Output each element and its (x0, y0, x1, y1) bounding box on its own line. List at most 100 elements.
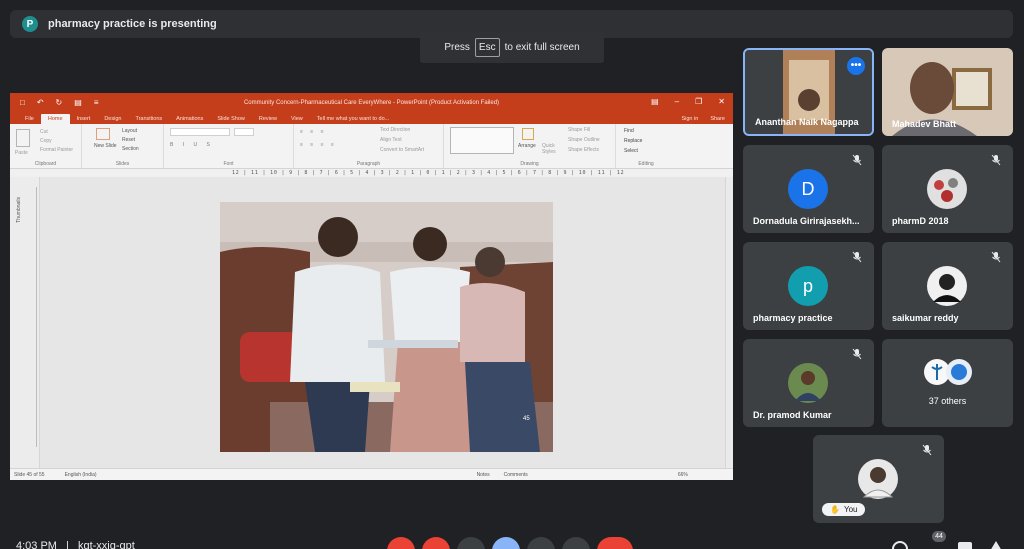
tab-animations: Animations (176, 116, 204, 122)
mic-off-icon (991, 154, 1001, 166)
minimize-icon: – (674, 97, 680, 106)
captions-button[interactable] (457, 537, 485, 549)
language-indicator: English (India) (64, 471, 97, 478)
align-text-label: Align Text (380, 137, 402, 143)
ribbon-group-paragraph: ≡ ≡ ≡ ≡ ≡ ≡ ≡ Text Direction Align Text … (294, 124, 444, 168)
others-avatar-2 (946, 359, 972, 385)
ppt-ribbon-tabs: File Home Insert Design Transitions Anim… (10, 112, 733, 124)
clipboard-group-label: Clipboard (34, 161, 57, 167)
info-icon[interactable] (892, 541, 908, 549)
new-slide-icon (96, 128, 110, 140)
font-group-label: Font (223, 161, 234, 167)
arrange-icon (522, 128, 534, 140)
slide-number-overlay: 45 (523, 416, 530, 422)
participant-name: Dornadula Girirajasekh... (753, 216, 860, 226)
new-slide-label: New Slide (94, 143, 117, 149)
tell-me-box: Tell me what you want to do... (316, 116, 390, 122)
esc-hint-prefix: Press (444, 41, 470, 53)
layout-label: Layout (122, 128, 138, 134)
people-icon[interactable] (923, 541, 939, 549)
camera-toggle-button[interactable] (422, 537, 450, 549)
zoom-level: 66% (677, 471, 688, 478)
format-painter-label: Format Painter (40, 147, 74, 153)
drawing-group-label: Drawing (520, 161, 539, 167)
participant-name: pharmD 2018 (892, 216, 949, 226)
vertical-scrollbar (725, 177, 733, 468)
participant-tile-ananthan[interactable]: ••• Ananthan Naik Nagappa (743, 48, 874, 136)
paste-label: Paste (15, 150, 28, 156)
text-direction-label: Text Direction (380, 127, 411, 133)
arrange-label: Arrange (518, 143, 536, 149)
font-name-box (170, 128, 230, 136)
shared-screen: □ ↶ ↻ ▤ ≡ Community Concern-Pharmaceutic… (10, 93, 733, 480)
select-label: Select (624, 148, 638, 154)
close-icon: ✕ (718, 97, 725, 106)
activities-icon[interactable] (990, 541, 1002, 549)
slide-photo: 45 (220, 202, 553, 452)
ribbon-group-drawing: Arrange Quick Styles Shape Fill Shape Ou… (444, 124, 616, 168)
slide-count: Slide 45 of 55 (14, 471, 45, 478)
hand-icon: ✋ (830, 505, 840, 514)
ribbon-group-clipboard: Paste Cut Copy Format Painter Clipboard (10, 124, 82, 168)
find-label: Find (624, 128, 634, 134)
more-options-button[interactable]: ••• (847, 57, 865, 75)
participant-avatar: D (788, 169, 828, 209)
presenting-text: pharmacy practice is presenting (48, 18, 217, 30)
slide-photo-illustration (220, 202, 553, 452)
comments-button: Comments (503, 471, 528, 478)
mic-off-icon (991, 251, 1001, 263)
participant-tile-pharmacy-practice[interactable]: p pharmacy practice (743, 242, 874, 330)
separator: | (66, 540, 69, 549)
mic-toggle-button[interactable] (387, 537, 415, 549)
replace-label: Replace (624, 138, 643, 144)
tab-view: View (290, 116, 303, 122)
present-button[interactable] (527, 537, 555, 549)
ribbon-display-icon: ▤ (651, 97, 659, 106)
you-label: You (843, 505, 858, 514)
shape-fill-label: Shape Fill (568, 127, 591, 133)
quick-styles-label: Quick Styles (542, 143, 556, 155)
raise-hand-button[interactable] (492, 537, 520, 549)
participant-tile-pramod[interactable]: Dr. pramod Kumar (743, 339, 874, 427)
convert-smartart-label: Convert to SmartArt (380, 147, 425, 153)
tab-review: Review (258, 116, 277, 122)
ppt-window-title: Community Concern-Pharmaceutical Care Ev… (243, 99, 500, 106)
participant-tile-saikumar[interactable]: saikumar reddy (882, 242, 1013, 330)
reset-label: Reset (122, 137, 136, 143)
tab-transitions: Transitions (135, 116, 163, 122)
align-icons: ≡ ≡ ≡ ≡ (300, 142, 337, 148)
end-call-button[interactable] (597, 537, 633, 549)
participant-tile-others[interactable]: 37 others (882, 339, 1013, 427)
ruler-numbers: 12 | 11 | 10 | 9 | 8 | 7 | 6 | 5 | 4 | 3… (232, 170, 625, 176)
you-badge: ✋ You (822, 503, 866, 516)
shapes-gallery (450, 127, 514, 154)
chat-icon[interactable] (958, 542, 972, 549)
self-tile[interactable]: ✋ You (813, 435, 944, 523)
esc-hint-suffix: to exit full screen (504, 41, 580, 53)
list-icons: ≡ ≡ ≡ (300, 129, 327, 135)
tab-file: File (25, 116, 34, 122)
clock: 4:03 PM (16, 540, 57, 549)
paragraph-group-label: Paragraph (356, 161, 381, 167)
editing-group-label: Editing (638, 161, 654, 167)
mic-off-icon (922, 444, 932, 456)
others-count: 37 others (928, 396, 967, 406)
ribbon-group-editing: Find Replace Select Editing (616, 124, 676, 168)
tab-home: Home (40, 114, 70, 124)
participant-tile-pharmd[interactable]: pharmD 2018 (882, 145, 1013, 233)
meeting-time-and-code: 4:03 PM | kgt-xxjg-gpt (16, 540, 135, 549)
participant-avatar (788, 363, 828, 403)
participant-name: Ananthan Naik Nagappa (755, 117, 859, 127)
participant-tile-mahadev[interactable]: Mahadev Bhatt (882, 48, 1013, 136)
vertical-ruler (36, 187, 42, 447)
section-label: Section (122, 146, 139, 152)
ribbon-group-slides: New Slide Layout Reset Section Slides (82, 124, 164, 168)
notes-button: Notes (476, 471, 490, 478)
participant-avatar (927, 169, 967, 209)
participant-avatar (927, 266, 967, 306)
more-options-icon[interactable] (562, 537, 590, 549)
font-size-box (234, 128, 254, 136)
participant-name: pharmacy practice (753, 313, 833, 323)
participant-tile-dornadula[interactable]: D Dornadula Girirajasekh... (743, 145, 874, 233)
slides-group-label: Slides (115, 161, 130, 167)
